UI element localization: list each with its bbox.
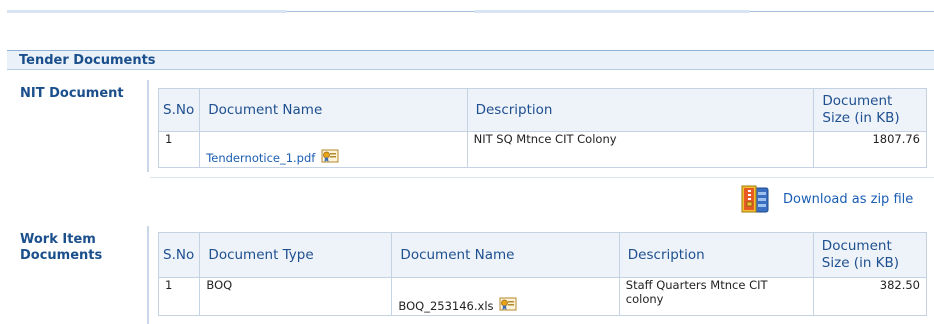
- table-row: 1 Tendernotice_1.pdf NIT SQ Mtnce CIT Co…: [157, 131, 927, 168]
- tab-segment-right[interactable]: [475, 10, 750, 13]
- row-sno: 1: [157, 277, 201, 316]
- work-item-label-line1: Work Item: [20, 232, 96, 247]
- top-tab-strip: [7, 8, 934, 14]
- nit-divider: [147, 80, 149, 172]
- col-document-type: Document Type: [199, 232, 393, 278]
- col-document-size: Document Size (in KB): [812, 232, 928, 278]
- col-description: Description: [618, 232, 814, 278]
- row-sno: 1: [157, 131, 201, 168]
- document-link[interactable]: Tendernotice_1.pdf: [206, 151, 315, 165]
- row-document-size: 382.50: [812, 277, 928, 316]
- tab-segment-left[interactable]: [7, 10, 287, 13]
- row-description: NIT SQ Mtnce CIT Colony: [466, 131, 815, 168]
- col-document-name: Document Name: [391, 232, 620, 278]
- row-document-size: 1807.76: [813, 131, 927, 168]
- section-title: Tender Documents: [19, 53, 156, 68]
- work-item-table: S.No Document Type Document Name Descrip…: [157, 232, 928, 316]
- work-item-documents-label: Work Item Documents: [20, 232, 102, 264]
- nit-document-table: S.No Document Name Description Document …: [157, 88, 927, 168]
- table-row: 1 BOQ BOQ_253146.xls Staff Quarters Mtnc…: [157, 277, 928, 316]
- download-zip-link[interactable]: Download as zip file: [783, 192, 913, 207]
- document-name-text[interactable]: BOQ_253146.xls: [398, 299, 493, 313]
- col-document-size: Document Size (in KB): [813, 88, 927, 132]
- row-document-type: BOQ: [199, 277, 393, 316]
- zip-archive-icon: [740, 184, 776, 220]
- col-sno: S.No: [157, 232, 201, 278]
- nit-table-header-row: S.No Document Name Description Document …: [157, 88, 927, 132]
- nit-document-label: NIT Document: [20, 86, 124, 101]
- certificate-icon[interactable]: [321, 148, 339, 164]
- work-table-header-row: S.No Document Type Document Name Descrip…: [157, 232, 928, 278]
- row-document-name-cell: Tendernotice_1.pdf: [199, 131, 468, 168]
- work-item-divider: [147, 226, 149, 324]
- work-item-label-line2: Documents: [20, 248, 103, 263]
- col-description: Description: [466, 88, 815, 132]
- row-document-name-cell: BOQ_253146.xls: [391, 277, 620, 316]
- section-header: Tender Documents: [7, 50, 934, 70]
- col-sno: S.No: [157, 88, 201, 132]
- col-document-name: Document Name: [199, 88, 468, 132]
- certificate-icon[interactable]: [499, 296, 517, 312]
- row-description: Staff Quarters Mtnce CIT colony: [618, 277, 814, 316]
- nit-bottom-line: [150, 177, 934, 178]
